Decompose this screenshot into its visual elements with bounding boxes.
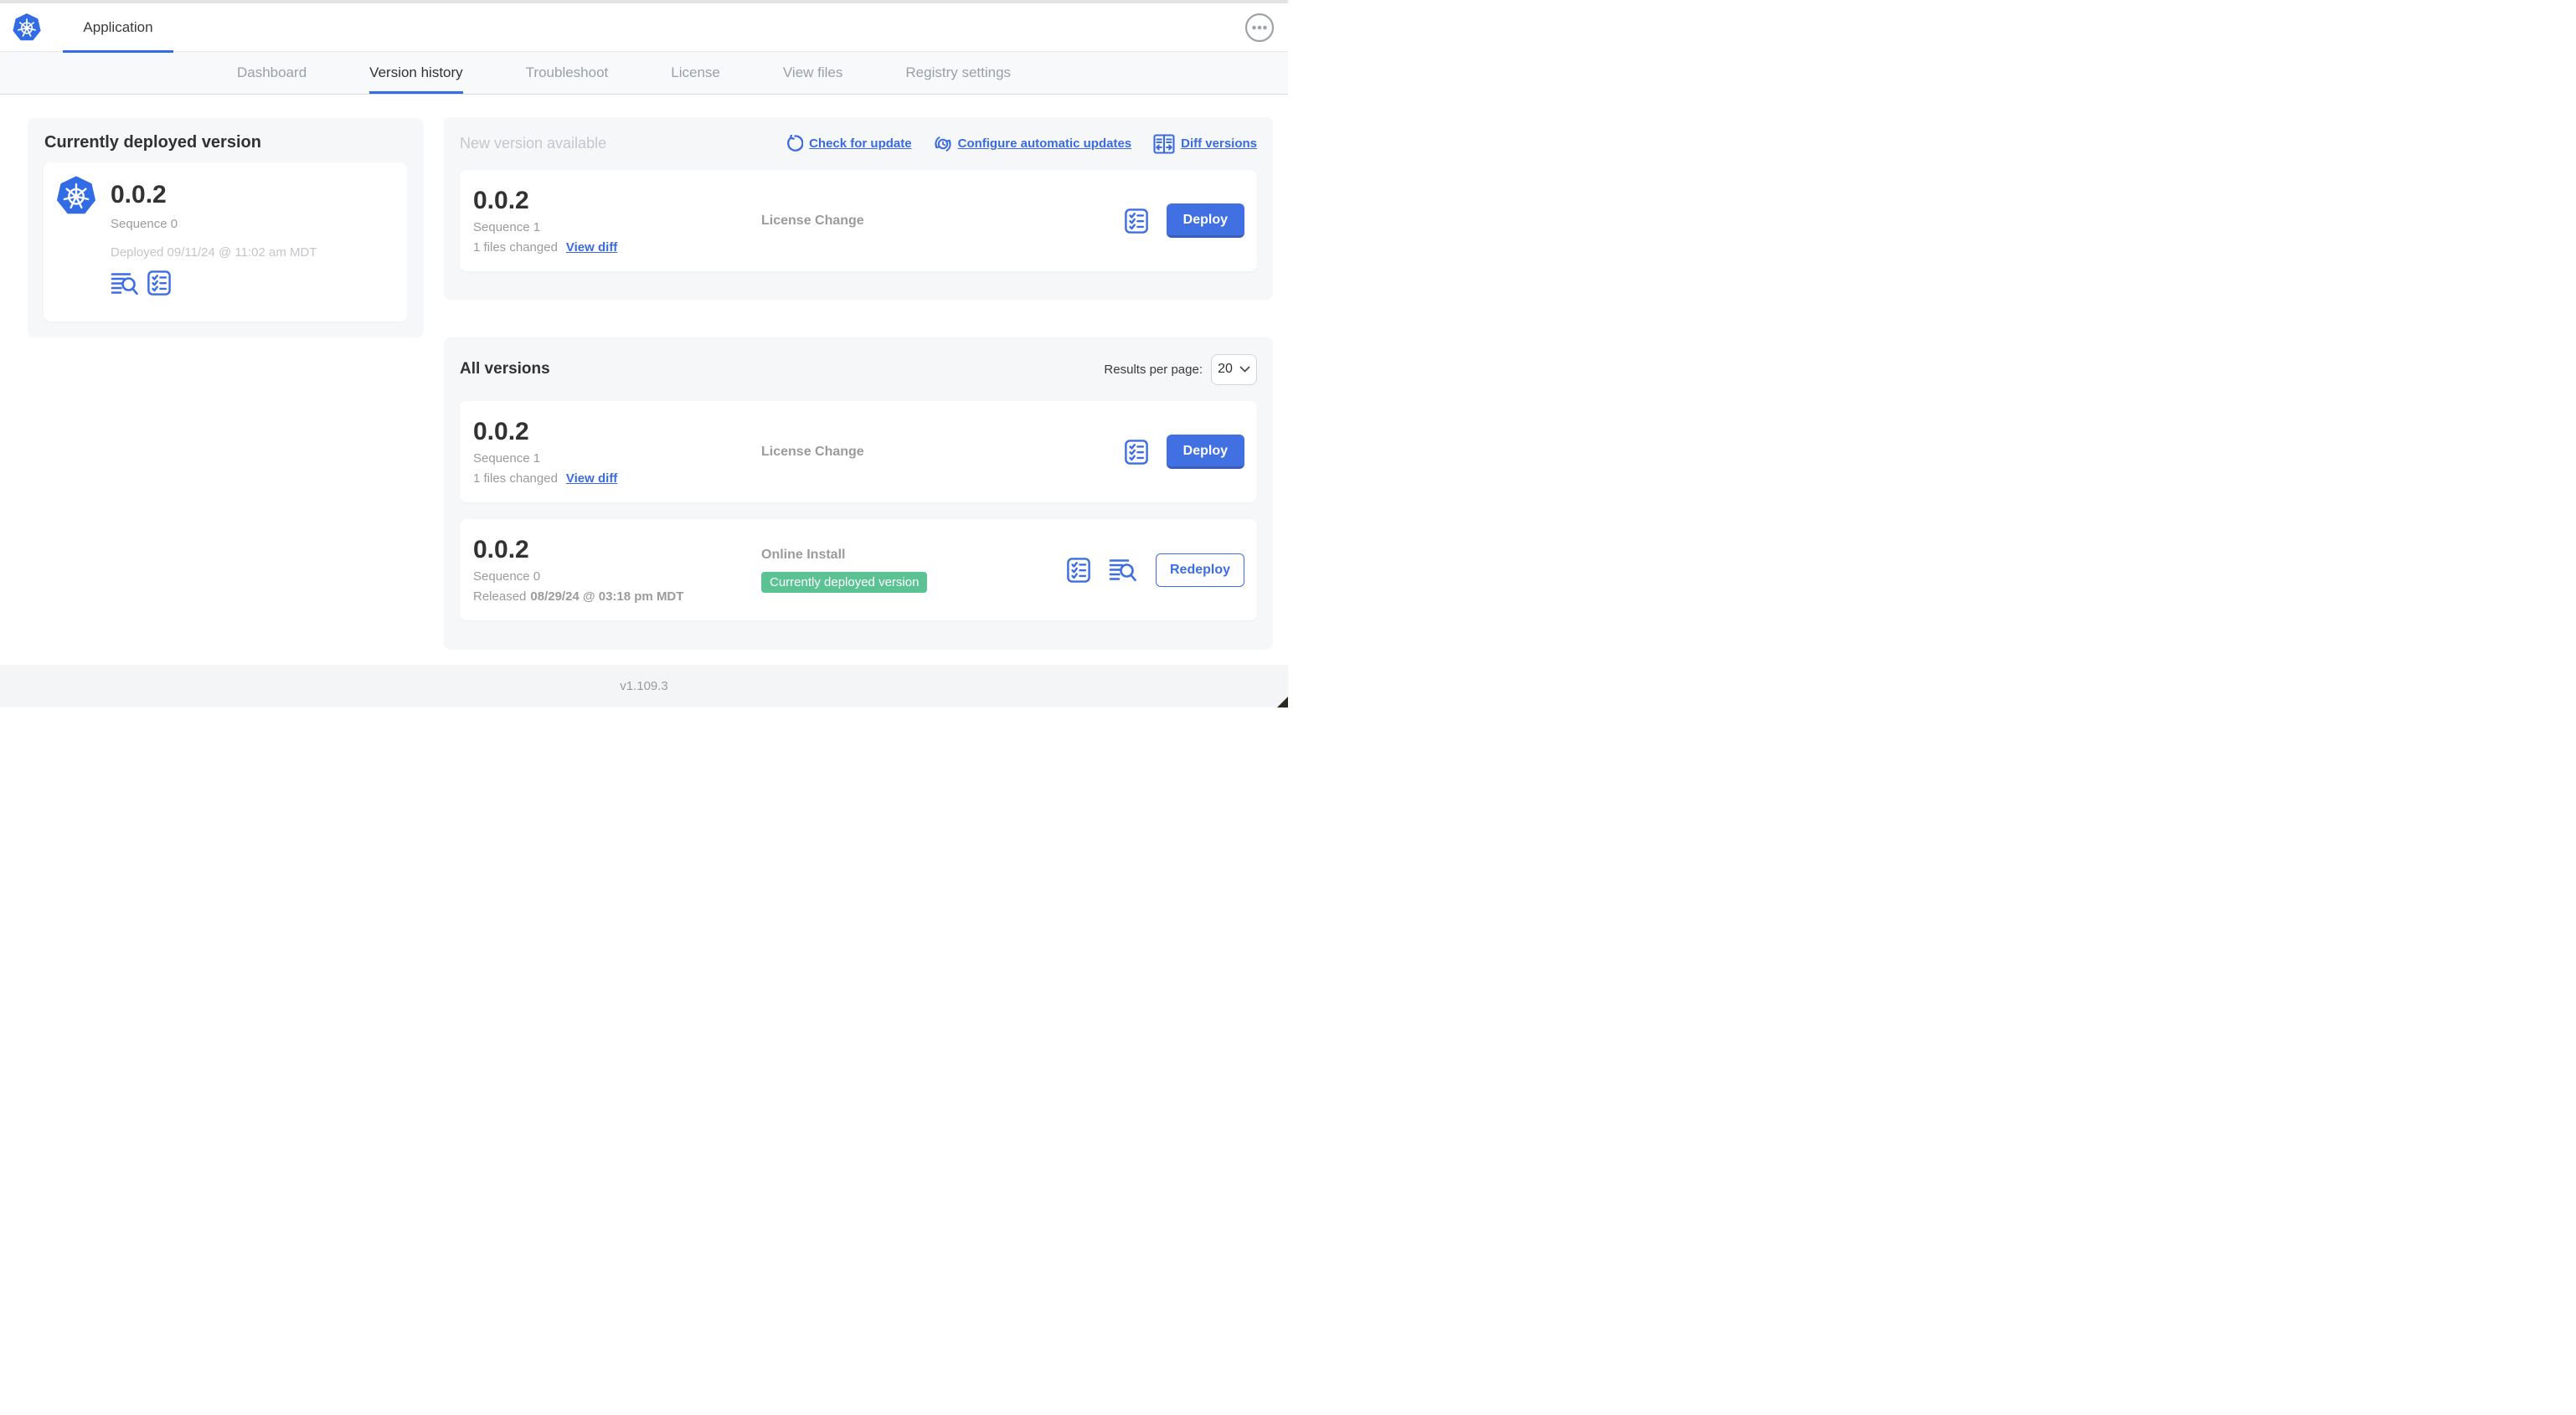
- row-sequence: Sequence 0: [473, 569, 541, 584]
- schedule-icon: [934, 135, 952, 153]
- version-row-sequence-0: 0.0.2 Sequence 0 Released 08/29/24 @ 03:…: [460, 519, 1257, 620]
- deployed-version-label: 0.0.2: [111, 181, 167, 208]
- preflight-checks-button[interactable]: [1124, 439, 1148, 465]
- check-for-update-link[interactable]: Check for update: [785, 135, 912, 152]
- diff-versions-link[interactable]: Diff versions: [1153, 133, 1257, 154]
- row-version-label: 0.0.2: [473, 187, 529, 214]
- view-diff-link[interactable]: View diff: [566, 471, 617, 486]
- ellipsis-icon: [1244, 13, 1275, 43]
- row-sequence: Sequence 1: [473, 451, 541, 466]
- all-versions-panel: All versions Results per page: 20 0.0.2 …: [444, 337, 1273, 650]
- files-changed-label: 1 files changed: [473, 240, 558, 255]
- checklist-icon: [1124, 439, 1148, 465]
- version-row-sequence-1: 0.0.2 Sequence 1 1 files changed View di…: [460, 401, 1257, 502]
- currently-deployed-card: 0.0.2 Sequence 0 Deployed 09/11/24 @ 11:…: [44, 162, 407, 322]
- app-tab-label: Application: [83, 19, 153, 35]
- logs-icon: [111, 271, 139, 296]
- overflow-menu-button[interactable]: [1244, 13, 1275, 43]
- view-logs-button[interactable]: [1109, 558, 1137, 582]
- row-version-label: 0.0.2: [473, 418, 529, 445]
- active-tab-underline: [63, 50, 173, 53]
- row-source-label: License Change: [761, 213, 864, 228]
- chevron-down-icon: [1239, 366, 1250, 373]
- tab-dashboard[interactable]: Dashboard: [237, 52, 307, 94]
- refresh-icon: [785, 135, 804, 152]
- deployed-sequence: Sequence 0: [111, 217, 178, 231]
- files-changed-label: 1 files changed: [473, 471, 558, 486]
- app-tab-application[interactable]: Application: [63, 3, 173, 53]
- kubernetes-logo-icon: [12, 13, 42, 43]
- row-source-label: License Change: [761, 444, 864, 459]
- new-version-heading: New version available: [460, 135, 607, 152]
- deploy-button[interactable]: Deploy: [1166, 203, 1244, 238]
- currently-deployed-panel: Currently deployed version 0.0.2 Sequenc…: [28, 118, 424, 337]
- results-per-page-label: Results per page:: [1104, 362, 1203, 377]
- new-version-row: 0.0.2 Sequence 1 1 files changed View di…: [460, 170, 1257, 271]
- released-timestamp: 08/29/24 @ 03:18 pm MDT: [530, 589, 684, 604]
- app-header: Application: [0, 3, 1288, 53]
- diff-icon: [1153, 133, 1175, 154]
- tab-license[interactable]: License: [671, 52, 720, 94]
- redeploy-button[interactable]: Redeploy: [1155, 553, 1244, 587]
- version-history-page: Currently deployed version 0.0.2 Sequenc…: [0, 95, 1288, 665]
- console-version-label: v1.109.3: [620, 679, 668, 693]
- mouse-cursor: [1277, 697, 1288, 708]
- row-source-label: Online Install: [761, 547, 846, 562]
- preflight-checks-button[interactable]: [147, 270, 171, 296]
- released-label: Released: [473, 589, 527, 604]
- new-version-panel: New version available Check for update C…: [444, 117, 1273, 300]
- currently-deployed-heading: Currently deployed version: [44, 133, 261, 152]
- all-versions-heading: All versions: [460, 360, 550, 378]
- checklist-icon: [147, 270, 171, 296]
- app-subnav: Dashboard Version history Troubleshoot L…: [0, 52, 1288, 95]
- tab-troubleshoot[interactable]: Troubleshoot: [526, 52, 609, 94]
- results-per-page-select[interactable]: 20: [1211, 353, 1257, 385]
- tab-registry-settings[interactable]: Registry settings: [905, 52, 1011, 94]
- tab-view-files[interactable]: View files: [783, 52, 843, 94]
- tab-version-history[interactable]: Version history: [369, 52, 463, 94]
- view-diff-link[interactable]: View diff: [566, 240, 617, 255]
- app-icon-kubernetes: [55, 175, 97, 217]
- deployed-timestamp: Deployed 09/11/24 @ 11:02 am MDT: [111, 245, 317, 260]
- checklist-icon: [1124, 208, 1148, 234]
- preflight-checks-button[interactable]: [1067, 557, 1090, 583]
- view-logs-button[interactable]: [111, 271, 139, 296]
- configure-automatic-updates-link[interactable]: Configure automatic updates: [934, 135, 1131, 153]
- preflight-checks-button[interactable]: [1124, 208, 1148, 234]
- app-footer: v1.109.3: [0, 665, 1288, 708]
- deploy-button[interactable]: Deploy: [1166, 435, 1244, 469]
- logs-icon: [1109, 558, 1137, 582]
- currently-deployed-badge: Currently deployed version: [761, 571, 928, 593]
- row-sequence: Sequence 1: [473, 220, 541, 234]
- checklist-icon: [1067, 557, 1090, 583]
- row-version-label: 0.0.2: [473, 536, 529, 563]
